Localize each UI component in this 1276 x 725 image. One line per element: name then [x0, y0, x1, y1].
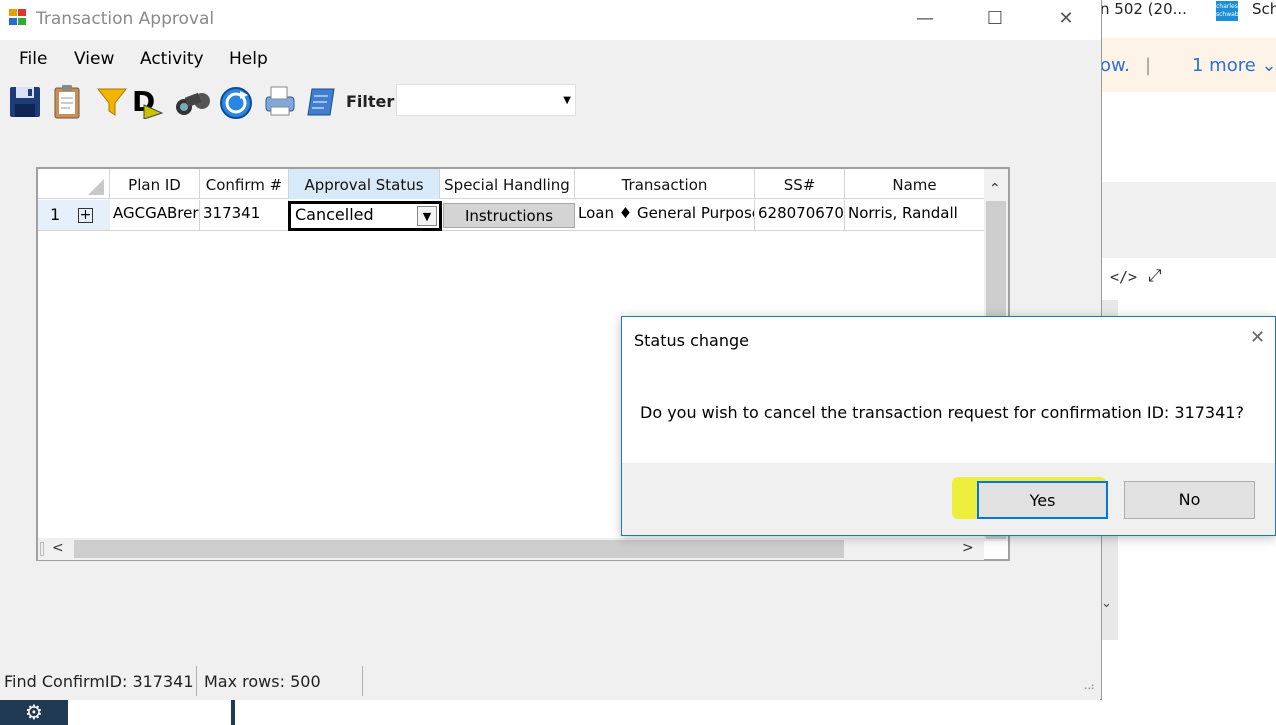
scrollbar-edge: [40, 542, 44, 556]
yes-button[interactable]: Yes: [977, 481, 1108, 519]
scroll-up-arrow-icon[interactable]: ⌃: [989, 181, 1001, 197]
column-header-ss[interactable]: SS#: [755, 169, 845, 199]
resize-grip-icon[interactable]: ⠠⠴: [1080, 680, 1095, 693]
dropdown-arrow-icon[interactable]: ▼: [417, 206, 437, 226]
code-icon[interactable]: </>: [1110, 268, 1137, 286]
menu-help[interactable]: Help: [229, 49, 268, 69]
column-header-name[interactable]: Name: [845, 169, 984, 199]
row-number: 1: [50, 205, 61, 224]
toolbar: D Filter: ▼: [0, 78, 1100, 124]
status-separator: [362, 666, 363, 696]
status-separator: [196, 666, 197, 696]
column-header-confirm[interactable]: Confirm #: [200, 169, 289, 199]
menu-file[interactable]: File: [19, 49, 47, 69]
window-title: Transaction Approval: [36, 9, 215, 29]
grid-corner[interactable]: [38, 169, 110, 199]
browser-tab-title[interactable]: n 502 (20...: [1100, 0, 1187, 18]
background-panel: [1100, 182, 1276, 258]
banner-separator: |: [1145, 55, 1152, 76]
menu-view[interactable]: View: [74, 49, 114, 69]
notes-icon[interactable]: [304, 83, 338, 119]
menu-activity[interactable]: Activity: [140, 49, 204, 69]
cell-name[interactable]: Norris, Randall: [845, 200, 984, 230]
scroll-right-arrow-icon[interactable]: >: [962, 540, 974, 556]
approval-status-value: Cancelled: [295, 205, 374, 224]
browser-tab-title-2[interactable]: Sch: [1252, 0, 1276, 18]
column-header-approval-status[interactable]: Approval Status: [289, 169, 440, 199]
close-button[interactable]: ✕: [1043, 0, 1089, 40]
dialog-title: Status change: [634, 331, 749, 350]
dialog-close-icon[interactable]: ✕: [1250, 327, 1265, 348]
status-change-dialog: Status change ✕ Do you wish to cancel th…: [621, 316, 1276, 536]
scroll-left-arrow-icon[interactable]: <: [52, 540, 64, 556]
scroll-down-arrow-icon[interactable]: ⌄: [1101, 596, 1112, 611]
schwab-logo-icon: charles schwab: [1216, 1, 1239, 21]
instructions-button[interactable]: Instructions: [443, 203, 575, 228]
notification-banner: ow. | 1 more ⌄: [1100, 38, 1276, 92]
dialog-footer: Yes No: [622, 463, 1275, 535]
menu-bar: File View Activity Help: [0, 43, 1100, 75]
settings-gear-icon[interactable]: ⚙: [0, 700, 68, 725]
taskbar-divider: [231, 700, 235, 725]
dropdown-arrow-icon[interactable]: ▼: [563, 95, 571, 106]
minimize-button[interactable]: —: [902, 0, 948, 40]
binoculars-icon[interactable]: [174, 83, 210, 119]
more-link[interactable]: 1 more ⌄: [1192, 55, 1276, 76]
column-header-transaction[interactable]: Transaction: [575, 169, 755, 199]
cell-confirm[interactable]: 317341: [200, 200, 289, 230]
filter-dropdown[interactable]: ▼: [396, 84, 576, 116]
column-header-special-handling[interactable]: Special Handling: [440, 169, 575, 199]
clipboard-icon[interactable]: [50, 83, 84, 119]
cell-transaction[interactable]: Loan ♦ General Purpose: [575, 200, 755, 230]
banner-link[interactable]: ow.: [1100, 55, 1130, 76]
dialog-message: Do you wish to cancel the transaction re…: [640, 403, 1244, 422]
filter-label: Filter:: [346, 92, 401, 111]
status-max-rows: Max rows: 500: [204, 672, 321, 691]
status-bar: Find ConfirmID: 317341 Max rows: 500 ⠠⠴: [0, 664, 1100, 700]
expand-row-button[interactable]: +: [78, 208, 93, 223]
filter-funnel-icon[interactable]: [95, 83, 129, 119]
browser-tabstrip: n 502 (20... charles schwab Sch: [1100, 0, 1276, 38]
cell-plan-id[interactable]: AGCGABrer: [110, 200, 200, 230]
no-button[interactable]: No: [1124, 481, 1255, 519]
d-arrow-icon[interactable]: D: [130, 83, 164, 120]
horizontal-scroll-thumb[interactable]: [74, 540, 844, 558]
horizontal-scrollbar[interactable]: < >: [38, 538, 984, 560]
refresh-circle-icon[interactable]: [218, 83, 252, 119]
approval-status-dropdown[interactable]: Cancelled ▼: [288, 201, 442, 231]
expand-icon[interactable]: ⤢: [1148, 266, 1162, 286]
status-find-confirm: Find ConfirmID: 317341: [4, 672, 194, 691]
column-header-plan-id[interactable]: Plan ID: [110, 169, 200, 199]
taskbar: ⚙: [0, 700, 1276, 725]
title-bar[interactable]: Transaction Approval — ☐ ✕: [0, 0, 1101, 40]
grid-header-row: Plan ID Confirm # Approval Status Specia…: [38, 169, 984, 199]
app-icon: [9, 9, 27, 26]
print-icon[interactable]: [262, 83, 296, 119]
table-row[interactable]: 1 + AGCGABrer 317341 Cancelled ▼ Instruc…: [38, 200, 984, 231]
maximize-button[interactable]: ☐: [972, 0, 1018, 40]
row-header[interactable]: 1 +: [38, 200, 110, 230]
cell-ss[interactable]: 628070670: [755, 200, 845, 230]
save-icon[interactable]: [8, 83, 42, 119]
